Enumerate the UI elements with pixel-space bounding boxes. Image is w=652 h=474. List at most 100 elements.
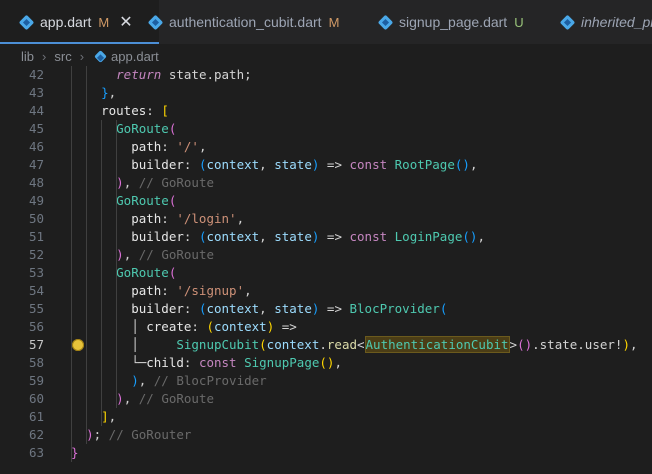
indent-guide	[101, 120, 103, 426]
code-token: >	[509, 337, 518, 352]
code-line[interactable]: 58 └─child: const SignupPage(),	[0, 354, 652, 372]
line-number: 52	[28, 247, 44, 262]
code-token: state	[274, 301, 312, 316]
code-line[interactable]: 47 builder: (context, state) => const Roo…	[0, 156, 652, 174]
code-token: ,	[123, 247, 139, 262]
dart-file-icon	[559, 14, 576, 30]
code-token: :	[161, 139, 177, 154]
code-text: GoRoute(	[116, 120, 176, 138]
code-line[interactable]: 42 return state.path;	[0, 66, 652, 84]
code-line[interactable]: 52 ), // GoRoute	[0, 246, 652, 264]
code-token: state	[274, 157, 312, 172]
code-line[interactable]: 53 GoRoute(	[0, 264, 652, 282]
code-token: ()	[454, 157, 470, 172]
breadcrumb-item[interactable]: lib	[21, 49, 34, 64]
code-line[interactable]: 55 builder: (context, state) => BlocProvi…	[0, 300, 652, 318]
code-token: ()	[319, 355, 335, 370]
code-token: // GoRoute	[138, 391, 215, 406]
code-line[interactable]: 61],	[0, 408, 652, 426]
code-line[interactable]: 62); // GoRouter	[0, 426, 652, 444]
code-text: routes: [	[101, 102, 169, 120]
code-token: }	[101, 85, 109, 100]
indent-guide	[116, 120, 118, 408]
code-token: GoRoute	[116, 121, 169, 136]
indent-guide	[71, 66, 73, 462]
code-token: ,	[108, 409, 117, 424]
code-token: path	[131, 139, 162, 154]
code-token: const	[198, 355, 245, 370]
code-text: │ SignupCubit(context.read<Authenticatio…	[131, 336, 638, 354]
code-token: ,	[629, 337, 638, 352]
line-number: 43	[28, 85, 44, 100]
code-token: ,	[123, 175, 139, 190]
untracked-badge: U	[514, 14, 524, 30]
tab-signup-page[interactable]: signup_page.dart U	[377, 0, 524, 44]
code-token: :	[191, 319, 207, 334]
line-number: 63	[28, 445, 44, 460]
code-token: builder	[131, 157, 184, 172]
code-token: context	[206, 229, 260, 244]
code-editor[interactable]: 42 return state.path; 43}, 44 routes: [45 GoR…	[0, 66, 652, 474]
code-line[interactable]: 59), // BlocProvider	[0, 372, 652, 390]
line-number: 48	[28, 175, 44, 190]
code-token: :	[183, 157, 199, 172]
code-line[interactable]: 49 GoRoute(	[0, 192, 652, 210]
code-token: const	[349, 157, 395, 172]
code-token: state	[274, 229, 312, 244]
code-token: GoRoute	[116, 193, 169, 208]
line-number: 46	[28, 139, 44, 154]
code-token: path	[131, 283, 162, 298]
code-token: read	[326, 337, 357, 352]
breadcrumb: lib › src › app.dart	[0, 44, 652, 68]
code-line[interactable]: 54 path: '/signup',	[0, 282, 652, 300]
code-line[interactable]: 60), // GoRoute	[0, 390, 652, 408]
code-token: (	[168, 193, 177, 208]
code-token: create	[146, 319, 192, 334]
code-text: return state.path;	[116, 66, 251, 84]
code-text: ); // GoRouter	[86, 426, 191, 444]
code-line[interactable]: 46 path: '/',	[0, 138, 652, 156]
line-number: 53	[28, 265, 44, 280]
breadcrumb-item[interactable]: app.dart	[111, 49, 159, 64]
tab-inherited[interactable]: inherited_pr	[559, 0, 652, 44]
code-line[interactable]: 44 routes: [	[0, 102, 652, 120]
code-token: context	[206, 157, 260, 172]
tab-authentication-cubit[interactable]: authentication_cubit.dart M	[147, 0, 339, 44]
code-line[interactable]: 48), // GoRoute	[0, 174, 652, 192]
breadcrumb-item[interactable]: src	[54, 49, 71, 64]
code-line[interactable]: 43},	[0, 84, 652, 102]
line-number: 61	[28, 409, 44, 424]
line-number: 42	[28, 67, 44, 82]
code-token: context	[266, 337, 320, 352]
line-number: 59	[28, 373, 44, 388]
close-tab-icon[interactable]: ✕	[119, 12, 132, 32]
code-token: (	[168, 265, 177, 280]
code-text: path: '/',	[131, 138, 206, 156]
code-token: BlocProvider	[349, 301, 440, 316]
code-text: ), // GoRoute	[116, 246, 214, 264]
code-text: │ create: (context) =>	[131, 318, 297, 336]
lightbulb-icon[interactable]	[72, 339, 84, 351]
code-token: routes	[101, 103, 147, 118]
code-line[interactable]: 50 path: '/login',	[0, 210, 652, 228]
code-text: GoRoute(	[116, 264, 176, 282]
code-token: context	[214, 319, 267, 334]
code-token: }	[71, 445, 79, 460]
code-line[interactable]: 56 │ create: (context) =>	[0, 318, 652, 336]
tab-label: app.dart	[40, 14, 92, 30]
code-token: ,	[334, 355, 342, 370]
tab-app-dart[interactable]: app.dart M ✕	[0, 0, 159, 44]
code-line[interactable]: 57 │ SignupCubit(context.read<Authenticat…	[0, 336, 652, 354]
indent-guide	[86, 66, 88, 444]
tab-label: authentication_cubit.dart	[169, 14, 322, 30]
code-line[interactable]: 45 GoRoute(	[0, 120, 652, 138]
code-line[interactable]: 51 builder: (context, state) => const Log…	[0, 228, 652, 246]
code-text: ],	[101, 408, 116, 426]
code-token: ]	[101, 409, 109, 424]
code-token: ,	[123, 391, 139, 406]
code-token: SignupPage	[244, 355, 320, 370]
code-token: ,	[198, 139, 207, 154]
code-token: path	[131, 211, 162, 226]
code-line[interactable]: 63}	[0, 444, 652, 462]
code-token: '/login'	[176, 211, 237, 226]
